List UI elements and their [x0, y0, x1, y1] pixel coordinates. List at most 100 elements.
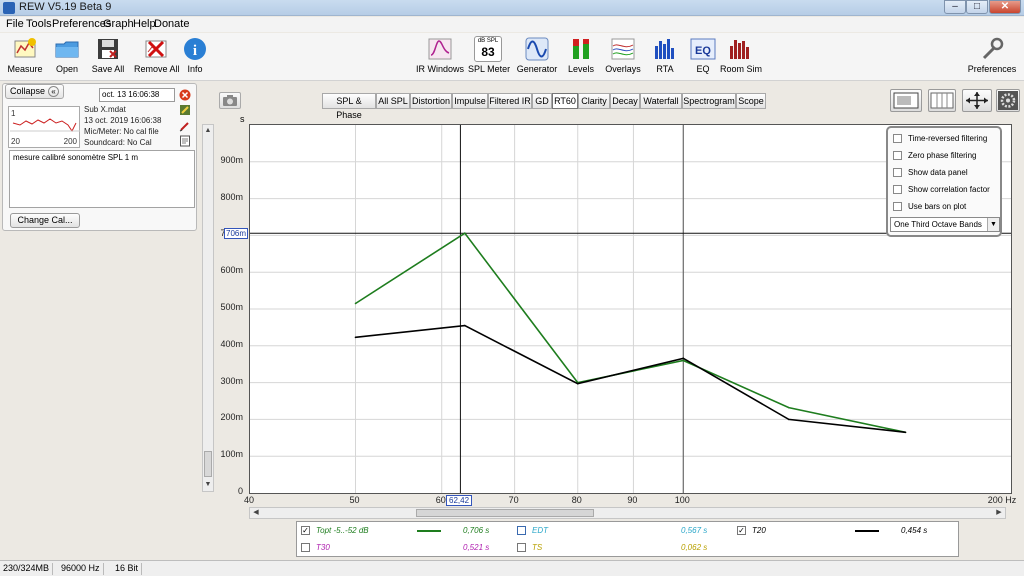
room-sim-button[interactable]: Room Sim — [720, 36, 762, 74]
checkbox[interactable] — [893, 134, 902, 144]
tab-clarity[interactable]: Clarity — [578, 93, 610, 109]
series-line-topt — [355, 232, 906, 434]
edit-pen-icon[interactable] — [179, 120, 191, 132]
menu-bar: File Tools Preferences Graph Help Donate — [0, 17, 1024, 32]
y-tick-label: 0 — [237, 486, 243, 496]
rta-button[interactable]: RTA — [652, 36, 678, 74]
checkbox[interactable] — [893, 168, 902, 178]
spl-meter-icon: dB SPL 83 — [474, 36, 502, 62]
menu-donate[interactable]: Donate — [154, 18, 189, 30]
show-data-panel-option[interactable]: Show data panel — [893, 168, 968, 178]
checkbox[interactable] — [893, 151, 902, 161]
tab-all-spl[interactable]: All SPL — [376, 93, 410, 109]
legend-edt[interactable]: EDT — [517, 526, 548, 536]
legend-edt-value: 0,567 s — [681, 526, 708, 535]
use-bars-on-plot-option[interactable]: Use bars on plot — [893, 202, 966, 212]
measurement-date: 13 oct. 2019 16:06:38 — [84, 116, 162, 125]
notes-icon[interactable] — [179, 135, 191, 147]
legend-topt[interactable]: ✓ Topt -5..-52 dB — [301, 526, 369, 536]
measurement-date-field[interactable]: oct. 13 16:06:38 — [99, 88, 175, 102]
preferences-button[interactable]: Preferences — [966, 36, 1018, 74]
eq-button[interactable]: EQ EQ — [690, 36, 716, 74]
x-tick-label: 100 — [674, 495, 690, 505]
measurement-settings-icon[interactable] — [179, 104, 191, 116]
graph-settings-button[interactable] — [996, 89, 1020, 112]
checkbox[interactable]: ✓ — [737, 526, 746, 536]
legend-topt-swatch — [417, 530, 441, 532]
tab-distortion[interactable]: Distortion — [410, 93, 452, 109]
expand-arrows-icon — [966, 92, 988, 109]
scroll-right-arrow-icon[interactable]: ▶ — [994, 508, 1004, 518]
legend-t30[interactable]: T30 — [301, 543, 330, 553]
remove-all-button[interactable]: Remove All — [134, 36, 180, 74]
checkbox[interactable] — [893, 202, 902, 212]
scroll-left-arrow-icon[interactable]: ◀ — [251, 508, 261, 518]
zero-phase-filtering-option[interactable]: Zero phase filtering — [893, 151, 976, 161]
tab-gd[interactable]: GD — [532, 93, 552, 109]
checkbox[interactable]: ✓ — [301, 526, 310, 536]
checkbox[interactable] — [893, 185, 902, 195]
tab-rt60[interactable]: RT60 — [552, 93, 578, 109]
maximize-button[interactable]: □ — [966, 0, 988, 14]
y-tick-label: 900m — [220, 154, 243, 165]
measurement-thumbnail[interactable]: 1 20 200 — [8, 106, 80, 148]
tab-scope[interactable]: Scope — [736, 93, 766, 109]
screenshot-button[interactable] — [219, 92, 241, 109]
tab-filtered-ir[interactable]: Filtered IR — [488, 93, 532, 109]
graph-controls-button[interactable] — [890, 89, 922, 112]
eq-icon: EQ — [690, 38, 716, 60]
band-resolution-select[interactable]: One Third Octave Bands ▼ — [890, 217, 1000, 232]
show-correlation-factor-option[interactable]: Show correlation factor — [893, 185, 990, 195]
generator-button[interactable]: Generator — [516, 36, 558, 74]
levels-button[interactable]: Levels — [566, 36, 596, 74]
svg-text:EQ: EQ — [695, 45, 711, 57]
horizontal-scroll-thumb[interactable] — [416, 509, 594, 517]
checkbox[interactable] — [517, 543, 526, 553]
graph-layout-button[interactable] — [928, 89, 956, 112]
save-all-button[interactable]: Save All — [90, 36, 126, 74]
layout-grid-icon — [930, 92, 954, 109]
y-tick-label: 100m — [220, 449, 243, 460]
menu-tools[interactable]: Tools — [26, 18, 52, 30]
close-button[interactable]: ✕ — [989, 0, 1021, 14]
app-icon — [3, 2, 15, 14]
gear-icon — [998, 91, 1018, 110]
status-bar: 230/324MB 96000 Hz 16 Bit — [0, 560, 1024, 576]
zoom-fit-button[interactable] — [962, 89, 992, 112]
legend-ts[interactable]: TS — [517, 543, 542, 553]
time-reversed-filtering-option[interactable]: Time-reversed filtering — [893, 134, 987, 144]
tab-spl-phase[interactable]: SPL & Phase — [322, 93, 376, 120]
chevron-down-icon[interactable]: ▼ — [987, 218, 999, 231]
trace-legend: ✓ Topt -5..-52 dB 0,706 s EDT 0,567 s ✓ T2… — [296, 521, 959, 557]
spl-meter-button[interactable]: dB SPL 83 SPL Meter — [468, 36, 510, 74]
levels-icon — [573, 39, 589, 59]
legend-t20[interactable]: ✓ T20 — [737, 526, 766, 536]
tab-impulse[interactable]: Impulse — [452, 93, 488, 109]
overlays-button[interactable]: Overlays — [604, 36, 642, 74]
sample-rate: 96000 Hz — [58, 563, 104, 575]
measurement-notes[interactable]: mesure calibré sonomètre SPL 1 m — [9, 150, 195, 208]
tab-decay[interactable]: Decay — [610, 93, 640, 109]
tab-waterfall[interactable]: Waterfall — [640, 93, 682, 109]
change-cal-button[interactable]: Change Cal... — [10, 213, 80, 228]
minimize-button[interactable]: – — [944, 0, 966, 14]
y-axis-unit: s — [240, 114, 245, 124]
checkbox[interactable] — [301, 543, 310, 553]
measure-button[interactable]: Measure — [6, 36, 44, 74]
remove-measurement-icon[interactable] — [179, 89, 191, 101]
room-sim-icon — [730, 40, 749, 59]
open-button[interactable]: Open — [52, 36, 82, 74]
scroll-up-arrow-icon[interactable]: ▲ — [204, 126, 212, 136]
x-tick-label: 80 — [571, 495, 582, 505]
menu-help[interactable]: Help — [133, 18, 156, 30]
data-point — [904, 431, 907, 434]
ir-windows-button[interactable]: IR Windows — [416, 36, 464, 74]
collapse-button[interactable]: Collapse « — [5, 84, 65, 99]
checkbox[interactable] — [517, 526, 526, 536]
menu-graph[interactable]: Graph — [103, 18, 134, 30]
info-button[interactable]: i Info — [182, 36, 208, 74]
menu-file[interactable]: File — [6, 18, 24, 30]
horizontal-scrollbar[interactable]: ◀ ▶ — [249, 507, 1006, 519]
x-tick-label: 40 — [243, 495, 255, 505]
tab-spectrogram[interactable]: Spectrogram — [682, 93, 736, 109]
